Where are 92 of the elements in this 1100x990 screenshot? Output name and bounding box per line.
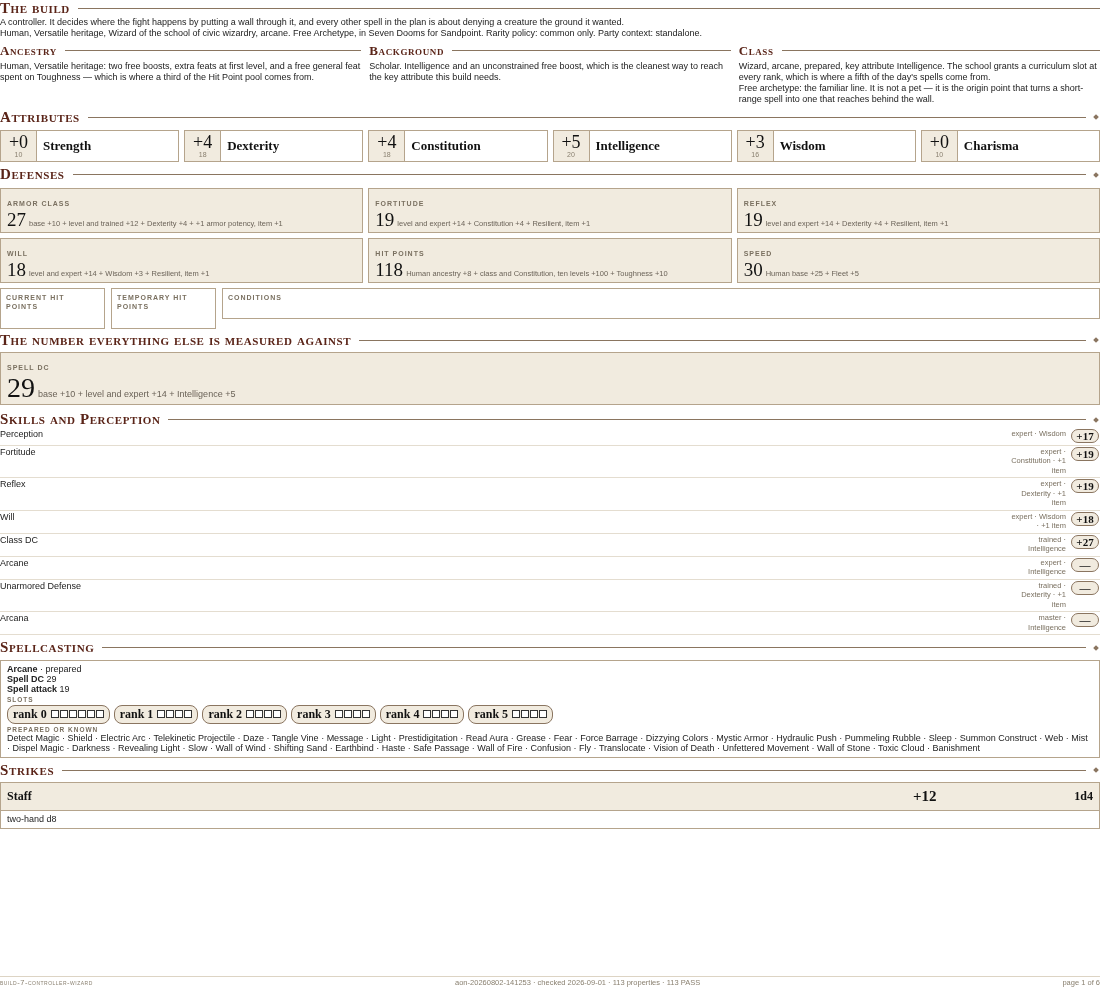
- skill-bonus: +27: [1071, 534, 1099, 549]
- section-text: Free archetype: the familiar line. It is not a pet — it is the origin point that turns a short-range spell into one that reaches behind the wall.: [738, 82, 1085, 105]
- build-summary: A controller. It decides where the fight happens by putting a wall through it, and every other spell in the plan is about denying a creature the ground it wanted.: [0, 16, 625, 28]
- skill-name: Perception: [0, 428, 45, 439]
- section-heading: The build: [0, 0, 70, 17]
- skill-bonus: +18: [1071, 511, 1099, 526]
- attribute-modifier: +5: [561, 133, 581, 152]
- slot-checkbox[interactable]: [441, 710, 450, 719]
- attribute-modifier: +4: [193, 133, 213, 152]
- slot-checkbox[interactable]: [352, 710, 361, 719]
- slot-checkbox[interactable]: [255, 710, 264, 719]
- section-heading: Class: [738, 43, 774, 58]
- slot-checkbox[interactable]: [68, 710, 77, 719]
- section-text: Human, Versatile heritage: two free boosts, extra feats at first level, and a free general feat spent on Toughness — which is where a third of the Hit Point pool comes from.: [0, 60, 362, 83]
- slot-checkbox[interactable]: [264, 710, 273, 719]
- section-heading: Attributes: [0, 108, 80, 126]
- skill-name: Unarmored Defense: [0, 580, 83, 591]
- skill-bonus: +19: [1071, 446, 1099, 461]
- stat-value: 19: [743, 209, 763, 230]
- stat-value: 27: [7, 209, 26, 230]
- slot-checkbox[interactable]: [343, 710, 352, 719]
- stat-breakdown: base +10 + level and expert +14 + Intelligence +5: [38, 389, 236, 400]
- skill-name: Class DC: [0, 534, 39, 545]
- stat-value: 118: [375, 259, 404, 280]
- section-heading: The number everything else is measured against: [0, 331, 352, 349]
- attribute-modifier: +3: [745, 133, 765, 152]
- strike-damage: 1d4: [1073, 789, 1093, 805]
- strike-attack: +12: [913, 788, 938, 806]
- skill-name: Will: [0, 511, 16, 522]
- skill-name: Reflex: [0, 479, 27, 490]
- skill-bonus: +19: [1071, 479, 1099, 494]
- attribute-name: Constitution: [410, 138, 481, 155]
- skill-bonus: +17: [1071, 428, 1099, 443]
- slot-checkbox[interactable]: [423, 710, 432, 719]
- attribute-name: Strength: [42, 138, 92, 155]
- strike-traits: two-hand d8: [7, 814, 57, 825]
- rank-label: rank 5: [474, 706, 509, 722]
- rank-label: rank 1: [119, 706, 154, 722]
- slot-checkbox[interactable]: [512, 710, 521, 719]
- slot-checkbox[interactable]: [50, 710, 59, 719]
- skill-bonus: —: [1071, 613, 1099, 628]
- spell-list: Detect Magic · Shield · Electric Arc · Telekinetic Projectile · Daze · Tangle Vine · Message · Light · Prestidigitation · Read Aura · Grease · Fear · Force Barrage · Dizzying Colors · Mystic Armor · Hydraulic Push · Pummeling Rubble · Sleep · Summon Construct · Web · Mist · Dispel Magic · Darkness · Revealing Light · Slow · Wall of Wind · Shifting Sand · Earthbind · Haste · Safe Passage · Wall of Fire · Confusion · Fly · Translocate · Vision of Death · Unfettered Movement · Wall of Stone · Toxic Cloud · Banishment: [7, 732, 1093, 753]
- skill-name: Fortitude: [0, 446, 37, 457]
- slot-checkbox[interactable]: [77, 710, 86, 719]
- slot-checkbox[interactable]: [246, 710, 255, 719]
- rank-label: rank 4: [385, 706, 420, 722]
- stat-value: 18: [7, 259, 26, 280]
- slot-checkbox[interactable]: [432, 710, 441, 719]
- attribute-name: Dexterity: [226, 138, 280, 155]
- slot-checkbox[interactable]: [539, 710, 548, 719]
- section-heading: Ancestry: [0, 43, 57, 58]
- slot-checkbox[interactable]: [530, 710, 539, 719]
- attribute-name: Intelligence: [594, 138, 660, 155]
- stat-value: 30: [743, 259, 763, 280]
- spellcasting-stat: Spell DC 29: [7, 673, 57, 684]
- build-summary: Human, Versatile heritage, Wizard of the school of civic wizardry, arcane. Free Archetype, in Seven Dooms for Sandpoint. Rarity policy: common only. Party context: standalone.: [0, 27, 703, 39]
- section-heading: Strikes: [0, 761, 55, 779]
- spellcasting-stat: Spell attack 19: [7, 683, 71, 694]
- attribute-name: Charisma: [962, 138, 1019, 155]
- skill-bonus: —: [1071, 557, 1099, 572]
- section-heading: Background: [369, 43, 444, 58]
- section-heading: Skills and Perception: [0, 411, 161, 428]
- slot-checkbox[interactable]: [521, 710, 530, 719]
- rank-label: rank 3: [297, 706, 331, 722]
- section-text: Wizard, arcane, prepared, key attribute Intelligence. The school grants a curriculum slot at every rank, which is where a fifth of the day's spells come from.: [738, 60, 1098, 83]
- slot-checkbox[interactable]: [86, 710, 95, 719]
- stat-value: 19: [375, 209, 395, 230]
- section-heading: Defenses: [0, 166, 65, 183]
- skill-name: Arcane: [0, 557, 30, 568]
- slot-checkbox[interactable]: [95, 710, 104, 719]
- stat-value: 29: [7, 374, 35, 403]
- slot-checkbox[interactable]: [166, 710, 175, 719]
- slot-checkbox[interactable]: [450, 710, 459, 719]
- slot-checkbox[interactable]: [157, 710, 166, 719]
- section-heading: Spellcasting: [0, 639, 95, 656]
- slot-checkbox[interactable]: [59, 710, 68, 719]
- slot-checkbox[interactable]: [273, 710, 282, 719]
- attribute-modifier: +0: [8, 133, 29, 152]
- slot-checkbox[interactable]: [361, 710, 370, 719]
- slot-checkbox[interactable]: [334, 710, 343, 719]
- attribute-name: Wisdom: [778, 138, 826, 155]
- strike-name: Staff: [7, 789, 33, 805]
- rank-label: rank 0: [13, 706, 47, 722]
- attribute-modifier: +4: [377, 133, 397, 152]
- slot-checkbox[interactable]: [184, 710, 193, 719]
- skill-bonus: —: [1071, 580, 1099, 595]
- skill-name: Arcana: [0, 613, 30, 624]
- section-text: Scholar. Intelligence and an unconstrained free boost, which is the cleanest way to reach the key attribute this build needs.: [369, 60, 725, 83]
- slot-checkbox[interactable]: [175, 710, 184, 719]
- spellcasting-stat: Arcane · prepared: [7, 663, 83, 674]
- rank-label: rank 2: [208, 706, 243, 722]
- attribute-modifier: +0: [929, 133, 949, 152]
